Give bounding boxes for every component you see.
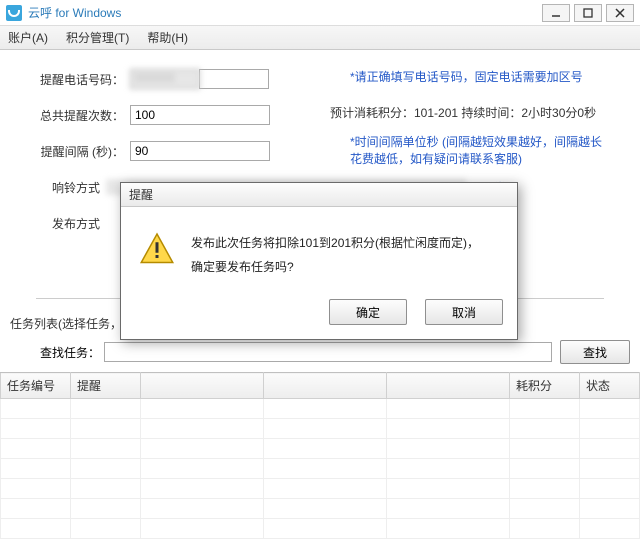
warning-icon: [139, 231, 175, 267]
menubar: 账户(A) 积分管理(T) 帮助(H): [0, 26, 640, 50]
task-table: 任务编号 提醒 耗积分 状态: [0, 372, 640, 539]
phone-label: 提醒电话号码：: [36, 71, 124, 88]
window-titlebar: 云呼 for Windows: [0, 0, 640, 26]
interval-label: 提醒间隔 (秒)：: [36, 143, 124, 160]
col-consume[interactable]: 耗积分: [510, 373, 580, 399]
search-label: 查找任务：: [40, 344, 100, 361]
table-row: [1, 399, 640, 419]
count-input[interactable]: [130, 105, 270, 125]
window-title: 云呼 for Windows: [28, 4, 538, 21]
search-button[interactable]: 查找: [560, 340, 630, 364]
table-row: [1, 479, 640, 499]
phone-value-blurred: 000000: [130, 69, 200, 89]
table-row: [1, 439, 640, 459]
phone-note: *请正确填写电话号码，固定电话需要加区号: [350, 68, 583, 85]
table-row: [1, 459, 640, 479]
cancel-button[interactable]: 取消: [425, 299, 503, 325]
count-label: 总共提醒次数：: [36, 107, 124, 124]
col-blank1[interactable]: [141, 373, 264, 399]
publish-label: 发布方式: [36, 215, 100, 232]
menu-account[interactable]: 账户(A): [8, 29, 48, 46]
ok-button[interactable]: 确定: [329, 299, 407, 325]
dialog-line2: 确定要发布任务吗?: [191, 255, 479, 279]
app-logo-icon: [6, 5, 22, 21]
dialog-message: 发布此次任务将扣除101到201积分(根据忙闲度而定)， 确定要发布任务吗?: [191, 231, 479, 279]
col-blank3[interactable]: [387, 373, 510, 399]
phone-input[interactable]: [199, 69, 269, 89]
dialog-line1: 发布此次任务将扣除101到201积分(根据忙闲度而定)，: [191, 231, 479, 255]
col-status[interactable]: 状态: [580, 373, 640, 399]
col-blank2[interactable]: [264, 373, 387, 399]
interval-note: *时间间隔单位秒 (间隔越短效果越好，间隔越长花费越低，如有疑问请联系客服): [350, 134, 610, 168]
dialog-title: 提醒: [121, 183, 517, 207]
close-button[interactable]: [606, 4, 634, 22]
menu-help[interactable]: 帮助(H): [147, 29, 188, 46]
window-controls: [538, 4, 634, 22]
col-task-id[interactable]: 任务编号: [1, 373, 71, 399]
count-estimate: 预计消耗积分：101-201 持续时间：2小时30分0秒: [330, 104, 596, 121]
ring-label: 响铃方式: [36, 179, 100, 196]
table-row: [1, 519, 640, 539]
interval-input[interactable]: [130, 141, 270, 161]
table-row: [1, 499, 640, 519]
menu-points[interactable]: 积分管理(T): [66, 29, 129, 46]
maximize-button[interactable]: [574, 4, 602, 22]
col-remind[interactable]: 提醒: [71, 373, 141, 399]
confirm-dialog: 提醒 发布此次任务将扣除101到201积分(根据忙闲度而定)， 确定要发布任务吗…: [120, 182, 518, 340]
search-input[interactable]: [104, 342, 552, 362]
minimize-button[interactable]: [542, 4, 570, 22]
table-row: [1, 419, 640, 439]
